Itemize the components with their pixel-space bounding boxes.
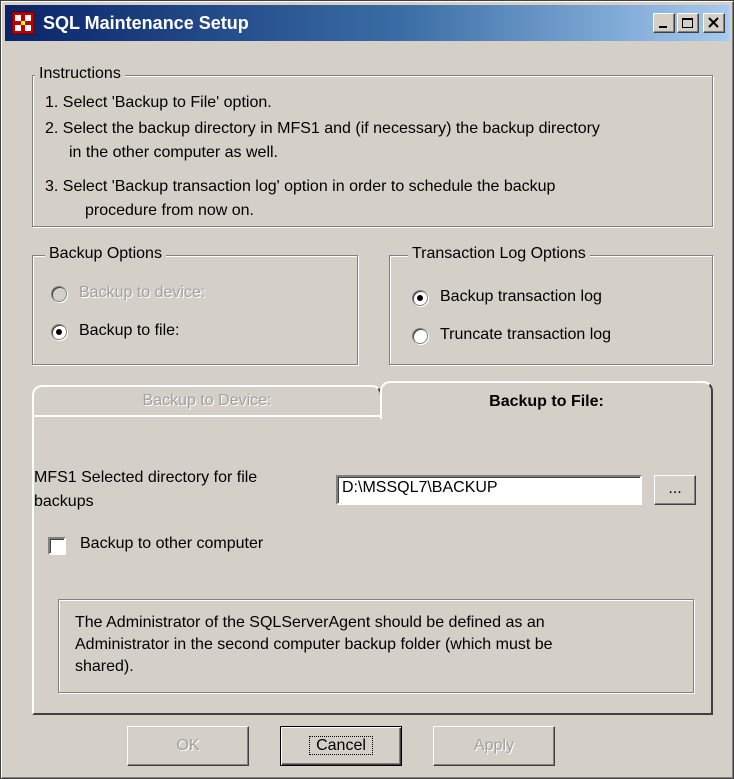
dialog-window: SQL Maintenance Setup Instructions 1. Se… bbox=[0, 0, 734, 779]
apply-label: Apply bbox=[473, 737, 515, 754]
title-bar[interactable]: SQL Maintenance Setup bbox=[5, 5, 729, 41]
radio-selected-dot bbox=[417, 295, 423, 301]
radio-button[interactable] bbox=[51, 324, 67, 340]
administrator-note: The Administrator of the SQLServerAgent … bbox=[58, 599, 694, 693]
radio-button[interactable] bbox=[51, 286, 67, 302]
note-line: The Administrator of the SQLServerAgent … bbox=[75, 614, 545, 631]
browse-button[interactable]: ... bbox=[654, 475, 696, 505]
tab-label: Backup to File: bbox=[489, 393, 604, 410]
instructions-legend: Instructions bbox=[35, 65, 125, 83]
tab-backup-to-file[interactable]: Backup to File: bbox=[380, 381, 713, 419]
tab-label: Backup to Device: bbox=[142, 392, 272, 409]
cancel-button[interactable]: Cancel bbox=[280, 726, 402, 766]
backup-to-other-computer-checkbox[interactable] bbox=[48, 537, 66, 555]
instruction-line: 1. Select 'Backup to File' option. bbox=[45, 94, 272, 111]
transaction-log-options-group: Transaction Log Options Backup transacti… bbox=[389, 245, 713, 365]
radio-label: Truncate transaction log bbox=[440, 326, 612, 343]
instructions-group: Instructions 1. Select 'Backup to File' … bbox=[32, 65, 713, 227]
window-title: SQL Maintenance Setup bbox=[43, 13, 249, 33]
checkbox-label: Backup to other computer bbox=[80, 535, 264, 552]
tab-backup-to-device[interactable]: Backup to Device: bbox=[32, 385, 382, 417]
backup-options-group: Backup Options Backup to device: Backup … bbox=[32, 245, 358, 365]
close-icon bbox=[708, 17, 719, 28]
instruction-line: procedure from now on. bbox=[85, 202, 254, 219]
note-line: shared). bbox=[75, 658, 134, 675]
directory-label: MFS1 Selected directory for file bbox=[34, 469, 258, 486]
instruction-line: 3. Select 'Backup transaction log' optio… bbox=[45, 178, 556, 195]
backup-to-file-panel: MFS1 Selected directory for file backups… bbox=[32, 415, 713, 715]
maximize-button[interactable] bbox=[677, 13, 699, 33]
maximize-icon bbox=[682, 18, 693, 28]
instruction-line: in the other computer as well. bbox=[69, 144, 278, 161]
backup-directory-input[interactable]: D:\MSSQL7\BACKUP bbox=[336, 475, 642, 505]
backup-options-legend: Backup Options bbox=[45, 245, 166, 263]
radio-button[interactable] bbox=[412, 290, 428, 306]
instruction-line: 2. Select the backup directory in MFS1 a… bbox=[45, 120, 600, 137]
transaction-log-legend: Transaction Log Options bbox=[408, 245, 590, 263]
minimize-button[interactable] bbox=[653, 13, 675, 33]
radio-label: Backup to file: bbox=[79, 322, 180, 339]
radio-button[interactable] bbox=[412, 328, 428, 344]
apply-button[interactable]: Apply bbox=[433, 726, 555, 766]
minimize-icon bbox=[659, 26, 667, 28]
cancel-label: Cancel bbox=[309, 736, 373, 755]
close-button[interactable] bbox=[703, 13, 725, 33]
radio-selected-dot bbox=[56, 329, 62, 335]
note-line: Administrator in the second computer bac… bbox=[75, 636, 553, 653]
directory-label-cont: backups bbox=[34, 493, 94, 510]
sql-server-icon bbox=[11, 11, 35, 35]
ok-label: OK bbox=[176, 737, 200, 754]
radio-label: Backup to device: bbox=[79, 284, 206, 301]
radio-label: Backup transaction log bbox=[440, 288, 602, 305]
ok-button[interactable]: OK bbox=[127, 726, 249, 766]
